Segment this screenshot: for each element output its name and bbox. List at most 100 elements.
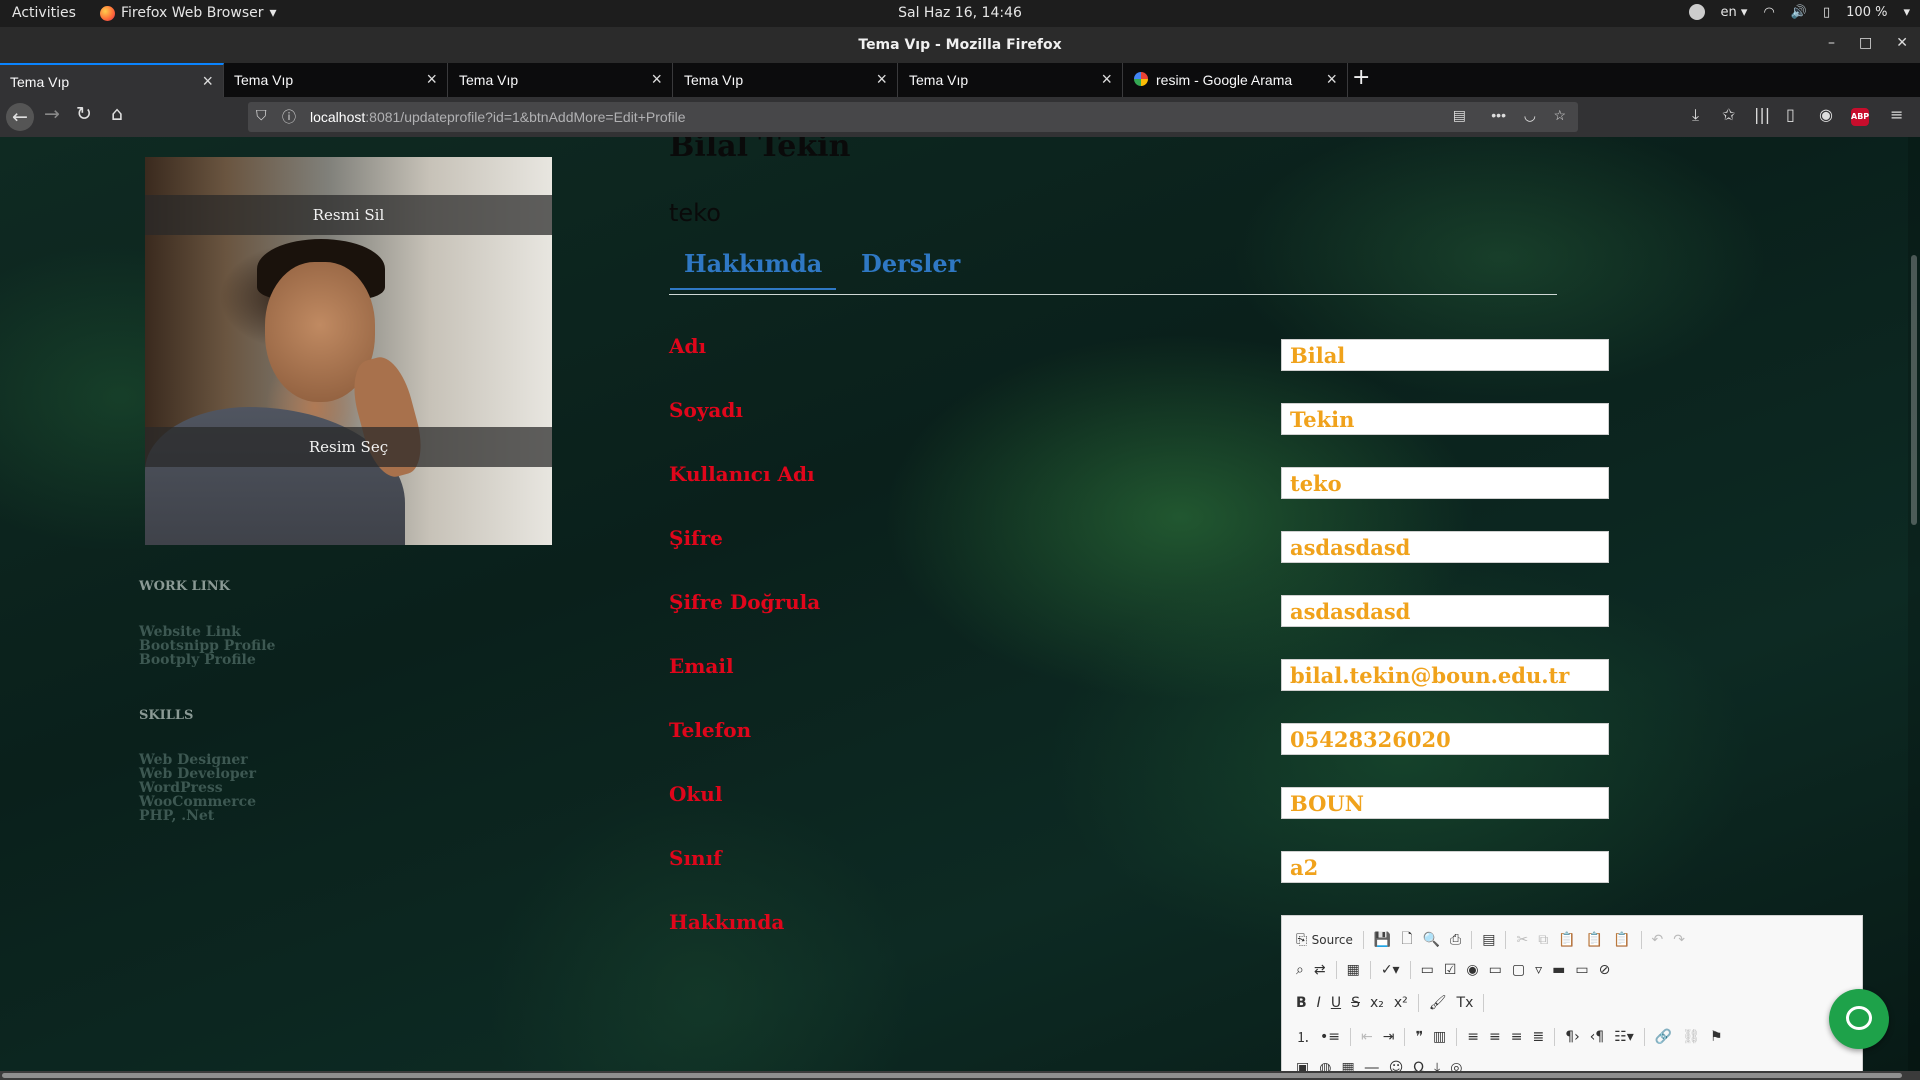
templates-icon[interactable]: ▤ [1482,932,1495,948]
form-icon[interactable]: ▭ [1421,962,1434,978]
reload-button[interactable]: ↻ [70,103,98,125]
choose-photo-button[interactable]: Resim Seç [145,427,552,467]
outdent-icon[interactable]: ⇤ [1361,1029,1373,1045]
remove-format-icon[interactable]: Tx [1457,995,1474,1011]
indent-icon[interactable]: ⇥ [1383,1029,1395,1045]
print-icon[interactable]: ⎙ [1450,932,1461,948]
copy-icon[interactable]: ⧉ [1538,932,1548,948]
checkbox-icon[interactable]: ☑ [1444,962,1457,978]
close-tab-icon[interactable]: × [876,69,887,90]
username-input[interactable]: teko [1281,467,1609,499]
textfield-icon[interactable]: ▭ [1489,962,1502,978]
textarea-icon[interactable]: ▢ [1512,962,1525,978]
first-name-input[interactable]: Bilal [1281,339,1609,371]
menu-icon[interactable]: ≡ [1890,105,1903,124]
info-icon[interactable]: ⓘ [282,107,296,127]
bookmark-star-icon[interactable]: ☆ [1553,107,1566,124]
tab-about[interactable]: Hakkımda [670,249,837,290]
numbered-list-icon[interactable]: ⒈ [1296,1027,1310,1047]
browser-tab[interactable]: Tema Vıp × [224,63,448,97]
scrollbar-thumb[interactable] [2,1073,1902,1078]
table-icon[interactable]: ▦ [1341,1060,1354,1071]
browser-tab[interactable]: resim - Google Arama × [1124,63,1348,97]
work-link-bootsnipp[interactable]: Bootsnipp Profile [139,639,275,653]
password-confirm-input[interactable]: asdasdasd [1281,595,1609,627]
reader-view-icon[interactable]: ▤ [1453,107,1466,124]
find-icon[interactable]: ⌕ [1296,962,1304,978]
page-break-icon[interactable]: ⤓ [1434,1060,1440,1071]
rich-text-editor[interactable]: ⎘ Source 💾 🗋 🔍 ⎙ ▤ ✂ ⧉ 📋 📋 📋 ↶ ↷ ⌕ ⇄ ▦ ✓… [1281,915,1863,1071]
paste-text-icon[interactable]: 📋 [1586,932,1603,948]
rtl-icon[interactable]: ‹¶ [1590,1029,1605,1045]
flash-icon[interactable]: ◍ [1319,1060,1331,1071]
unlink-icon[interactable]: ⛓ [1682,1029,1700,1045]
replace-icon[interactable]: ⇄ [1314,962,1326,978]
browser-tab[interactable]: Tema Vıp × [0,63,224,97]
select-all-icon[interactable]: ▦ [1347,962,1360,978]
source-button[interactable]: ⎘ Source [1296,932,1353,948]
work-link-website[interactable]: Website Link [139,625,241,639]
image-button-icon[interactable]: ▭ [1575,962,1588,978]
close-tab-icon[interactable]: × [426,69,437,90]
copy-format-icon[interactable]: 🖌 [1429,995,1447,1011]
iframe-icon[interactable]: ◎ [1450,1060,1462,1071]
paste-word-icon[interactable]: 📋 [1613,932,1630,948]
cut-icon[interactable]: ✂ [1516,932,1528,948]
home-button[interactable]: ⌂ [103,103,131,125]
browser-tab[interactable]: Tema Vıp × [899,63,1123,97]
horizontal-line-icon[interactable]: ― [1365,1060,1379,1071]
forward-button[interactable]: → [38,103,66,125]
new-page-icon[interactable]: 🗋 [1401,928,1412,952]
horizontal-scrollbar[interactable] [0,1071,1920,1080]
button-icon[interactable]: ▬ [1552,962,1565,978]
italic-icon[interactable]: I [1317,995,1321,1011]
smiley-icon[interactable]: ☺ [1389,1060,1404,1071]
superscript-icon[interactable]: x² [1394,995,1408,1011]
special-char-icon[interactable]: Ω [1413,1060,1424,1071]
close-tab-icon[interactable]: × [202,71,213,92]
undo-icon[interactable]: ↶ [1652,932,1664,948]
page-actions-icon[interactable]: ••• [1491,107,1506,123]
close-tab-icon[interactable]: × [1101,69,1112,90]
close-tab-icon[interactable]: × [1326,69,1337,90]
tab-courses[interactable]: Dersler [861,249,960,278]
hidden-field-icon[interactable]: ⊘ [1599,962,1611,978]
work-link-bootply[interactable]: Bootply Profile [139,653,256,667]
ltr-icon[interactable]: ¶› [1565,1029,1580,1045]
paste-icon[interactable]: 📋 [1558,932,1575,948]
redo-icon[interactable]: ↷ [1673,932,1685,948]
div-icon[interactable]: ▥ [1433,1029,1446,1045]
downloads-icon[interactable]: ⤓ [1692,105,1699,125]
close-tab-icon[interactable]: × [651,69,662,90]
justify-icon[interactable]: ≣ [1532,1029,1544,1045]
bookmarks-icon[interactable]: ✩ [1722,105,1735,124]
shield-icon[interactable]: ⛉ [256,107,267,124]
chat-widget-button[interactable] [1829,989,1889,1049]
underline-icon[interactable]: U [1331,995,1341,1011]
spellcheck-icon[interactable]: ✓▾ [1381,962,1400,978]
close-window-button[interactable]: ✕ [1896,35,1908,51]
preview-icon[interactable]: 🔍 [1423,932,1440,948]
language-indicator[interactable]: en ▾ [1721,5,1748,20]
scrollbar-thumb[interactable] [1911,255,1917,525]
back-button[interactable]: ← [6,103,34,131]
class-input[interactable]: a2 [1281,851,1609,883]
browser-tab[interactable]: Tema Vıp × [449,63,673,97]
remove-photo-button[interactable]: Resmi Sil [145,195,552,235]
strikethrough-icon[interactable]: S [1351,995,1360,1011]
url-text[interactable]: localhost:8081/updateprofile?id=1&btnAdd… [310,109,686,125]
blockquote-icon[interactable]: ❞ [1415,1029,1423,1045]
link-icon[interactable]: 🔗 [1655,1029,1672,1045]
account-icon[interactable]: ◉ [1819,105,1833,124]
clock[interactable]: Sal Haz 16, 14:46 [0,5,1920,21]
browser-tab[interactable]: Tema Vıp × [674,63,898,97]
save-icon[interactable]: 💾 [1374,932,1391,948]
password-input[interactable]: asdasdasd [1281,531,1609,563]
new-tab-button[interactable]: + [1352,65,1370,90]
bulleted-list-icon[interactable]: •≡ [1320,1029,1340,1045]
email-input[interactable]: bilal.tekin@boun.edu.tr [1281,659,1609,691]
adblock-icon[interactable]: ABP [1851,108,1869,126]
language-icon[interactable]: ☷▾ [1614,1029,1634,1045]
maximize-button[interactable]: □ [1859,35,1872,51]
radio-icon[interactable]: ◉ [1466,962,1478,978]
